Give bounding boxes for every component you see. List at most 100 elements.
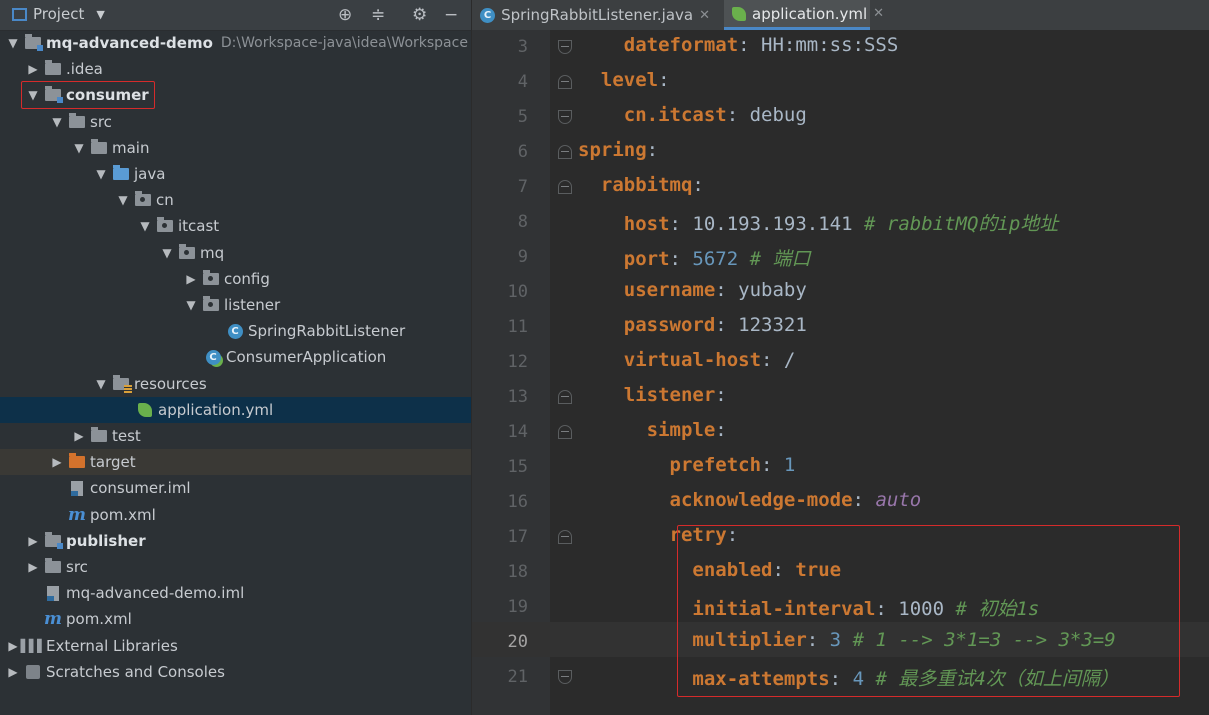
yaml-text: : 123321	[715, 314, 807, 336]
yaml-key: cn.itcast	[623, 104, 727, 126]
collapse-arrow-icon[interactable]: ▶	[6, 665, 20, 679]
expand-arrow-icon[interactable]: ▼	[94, 377, 108, 391]
minimize-icon[interactable]: −	[444, 5, 458, 25]
yaml-text	[578, 34, 624, 56]
collapse-arrow-icon[interactable]: ▶	[72, 429, 86, 443]
yaml-text: :	[692, 174, 704, 196]
module-folder-icon	[44, 531, 63, 549]
tree-item[interactable]: ▶ test	[0, 423, 471, 449]
locate-icon[interactable]: ⊕	[338, 5, 352, 25]
spring-leaf-icon	[136, 402, 154, 418]
tree-item[interactable]: ▶ Scratches and Consoles	[0, 659, 471, 685]
tree-item[interactable]: ▼ listener	[0, 292, 471, 318]
collapse-arrow-icon[interactable]: ▶	[26, 560, 40, 574]
close-icon[interactable]: ✕	[873, 6, 884, 21]
collapse-arrow-icon[interactable]: ▶	[50, 455, 64, 469]
tree-item-path: D:\Workspace-java\idea\Workspace	[220, 35, 468, 51]
yaml-text: :	[646, 139, 659, 161]
tree-item[interactable]: ▶consumer.iml	[0, 475, 471, 501]
tree-item[interactable]: ▶mpom.xml	[0, 606, 471, 632]
class-icon: C	[480, 7, 496, 23]
expand-arrow-icon[interactable]: ▼	[72, 141, 86, 155]
close-icon[interactable]: ✕	[699, 8, 710, 23]
tree-item[interactable]: ▼ resources	[0, 371, 471, 397]
tree-item-label: mq-advanced-demo	[46, 34, 213, 52]
tree-item[interactable]: ▼ mq	[0, 240, 471, 266]
gear-icon[interactable]: ⚙	[412, 5, 427, 25]
tree-item[interactable]: ▼ java	[0, 161, 471, 187]
tree-item[interactable]: ▼ itcast	[0, 213, 471, 239]
collapse-icon[interactable]: ≑	[371, 5, 385, 25]
expand-arrow-icon[interactable]: ▼	[184, 298, 198, 312]
tree-item[interactable]: ▶ target	[0, 449, 471, 476]
tree-item[interactable]: ▶ publisher	[0, 528, 471, 554]
editor-tab[interactable]: C SpringRabbitListener.java ✕	[472, 0, 718, 30]
editor-tab[interactable]: application.yml ✕	[724, 0, 884, 30]
yaml-text	[578, 454, 670, 476]
expand-arrow-icon[interactable]: ▼	[94, 167, 108, 181]
tree-item[interactable]: ▼ cn	[0, 187, 471, 213]
tree-item-label: main	[112, 138, 150, 157]
expand-arrow-icon[interactable]: ▼	[50, 115, 64, 129]
fold-marker-icon[interactable]	[558, 40, 572, 54]
tree-item[interactable]: ▼ src	[0, 109, 471, 135]
tree-item[interactable]: ▶CSpringRabbitListener	[0, 318, 471, 344]
package-icon	[202, 269, 220, 287]
module-folder-icon	[24, 34, 43, 51]
yaml-ident: auto	[875, 489, 922, 511]
yaml-text: :	[715, 419, 727, 441]
iml-file-icon	[44, 585, 62, 601]
tree-item-label: mq-advanced-demo.iml	[66, 584, 245, 603]
class-icon: C	[226, 323, 244, 339]
tree-item[interactable]: ▶mpom.xml	[0, 502, 471, 528]
expand-arrow-icon[interactable]: ▼	[138, 219, 152, 233]
tree-item[interactable]: ▶ ▌▌▌ External Libraries	[0, 633, 471, 659]
yaml-text	[578, 174, 601, 196]
tree-item-label: listener	[224, 296, 281, 314]
code-line: level:	[578, 69, 670, 91]
yaml-text	[738, 248, 749, 270]
fold-marker-icon[interactable]	[558, 390, 572, 404]
collapse-arrow-icon[interactable]: ▶	[26, 534, 40, 548]
tree-item[interactable]: ▼ mq-advanced-demo D:\Workspace-java\idea\…	[0, 30, 471, 56]
tree-item[interactable]: ▶ config	[0, 266, 471, 292]
tree-item[interactable]: ▶ src	[0, 554, 471, 580]
tree-item-label: pom.xml	[66, 610, 132, 629]
collapse-arrow-icon[interactable]: ▶	[6, 639, 20, 653]
tree-item[interactable]: ▼ main	[0, 135, 471, 161]
fold-marker-icon[interactable]	[558, 145, 572, 159]
tree-item[interactable]: ▶ .idea	[0, 56, 471, 82]
line-number: 20	[507, 632, 528, 652]
tree-item-label: java	[134, 165, 166, 183]
tree-item[interactable]: ▶application.yml	[0, 396, 471, 423]
fold-marker-icon[interactable]	[558, 530, 572, 544]
fold-marker-icon[interactable]	[558, 670, 572, 684]
collapse-arrow-icon[interactable]: ▶	[26, 62, 40, 76]
fold-marker-icon[interactable]	[558, 180, 572, 194]
yaml-text	[578, 629, 692, 651]
project-panel: Project ▼ ⊕ ≑ ⚙ − ▼ mq-advanced-demo D:\Wo…	[0, 0, 471, 715]
yaml-text: :	[761, 454, 784, 476]
yaml-key: virtual-host	[623, 349, 762, 371]
collapse-arrow-icon[interactable]: ▶	[184, 272, 198, 286]
project-view-selector[interactable]: Project ▼	[12, 5, 105, 23]
tree-item[interactable]: ▶CConsumerApplication	[0, 344, 471, 370]
fold-marker-icon[interactable]	[558, 425, 572, 439]
editor-tabs: C SpringRabbitListener.java ✕ application.y…	[472, 0, 1209, 31]
code-line: host: 10.193.193.141 # rabbitMQ的ip地址	[578, 209, 1059, 236]
expand-arrow-icon[interactable]: ▼	[6, 36, 20, 50]
yaml-text	[578, 559, 692, 581]
line-number: 4	[517, 72, 528, 92]
project-window-icon	[12, 7, 27, 21]
line-number: 3	[517, 37, 528, 57]
project-panel-title: Project	[33, 5, 85, 23]
yaml-text	[578, 104, 624, 126]
yaml-text	[578, 598, 692, 620]
fold-marker-icon[interactable]	[558, 110, 572, 124]
tree-item-label: pom.xml	[90, 505, 156, 524]
fold-marker-icon[interactable]	[558, 75, 572, 89]
libraries-icon: ▌▌▌	[20, 638, 47, 653]
expand-arrow-icon[interactable]: ▼	[160, 246, 174, 260]
tree-item[interactable]: ▶mq-advanced-demo.iml	[0, 580, 471, 606]
expand-arrow-icon[interactable]: ▼	[116, 193, 130, 207]
